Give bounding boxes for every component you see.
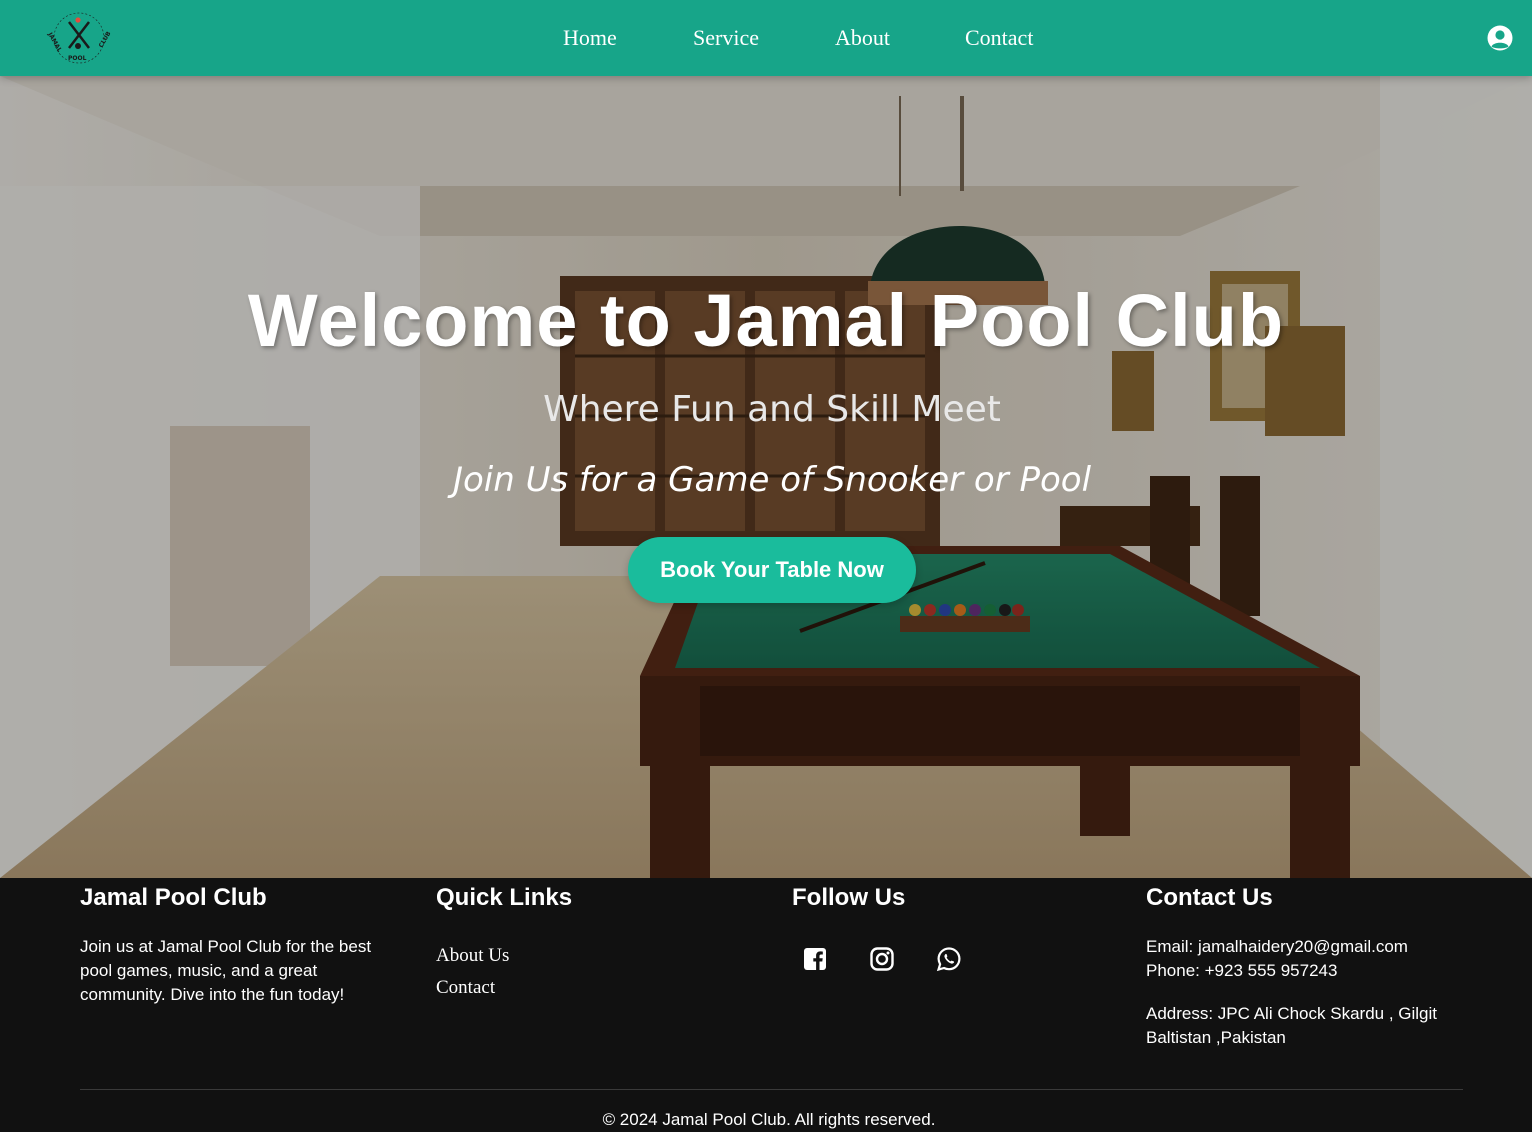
nav-links: Home Service About Contact <box>0 0 1532 76</box>
footer-about-heading: Jamal Pool Club <box>80 884 267 911</box>
footer-divider <box>80 1089 1463 1090</box>
hero-subtitle: Where Fun and Skill Meet <box>543 389 1001 430</box>
footer-about-text: Join us at Jamal Pool Club for the best … <box>80 937 372 1004</box>
footer-follow-heading: Follow Us <box>792 884 906 911</box>
nav-service-link[interactable]: Service <box>693 24 759 52</box>
hero-title: Welcome to Jamal Pool Club <box>247 279 1285 362</box>
navbar: JAMAL POOL CLUB Home Service About Conta… <box>0 0 1532 76</box>
user-circle-icon[interactable] <box>1486 24 1514 52</box>
footer-quick-links-heading: Quick Links <box>436 884 573 911</box>
nav-about-link[interactable]: About <box>835 24 890 52</box>
nav-home-link[interactable]: Home <box>563 24 617 52</box>
facebook-icon[interactable] <box>802 946 828 972</box>
footer-contact-address: Address: JPC Ali Chock Skardu , Gilgit B… <box>1146 1004 1438 1047</box>
footer-contact-heading: Contact Us <box>1146 884 1273 911</box>
copyright-text: © 2024 Jamal Pool Club. All rights reser… <box>602 1110 936 1129</box>
footer-link-contact[interactable]: Contact <box>436 976 495 1000</box>
footer-contact-phone: Phone: +923 555 957243 <box>1146 961 1338 980</box>
book-table-button[interactable]: Book Your Table Now <box>628 537 916 603</box>
footer-contact-email: Email: jamalhaidery20@gmail.com <box>1146 937 1408 956</box>
hero-section: Welcome to Jamal Pool Club Where Fun and… <box>0 76 1532 878</box>
footer-link-about-us[interactable]: About Us <box>436 944 509 968</box>
footer: Jamal Pool Club Join us at Jamal Pool Cl… <box>0 878 1532 1129</box>
whatsapp-icon[interactable] <box>936 946 962 972</box>
hero-tagline: Join Us for a Game of Snooker or Pool <box>452 460 1092 500</box>
nav-contact-link[interactable]: Contact <box>965 24 1033 52</box>
instagram-icon[interactable] <box>869 946 895 972</box>
